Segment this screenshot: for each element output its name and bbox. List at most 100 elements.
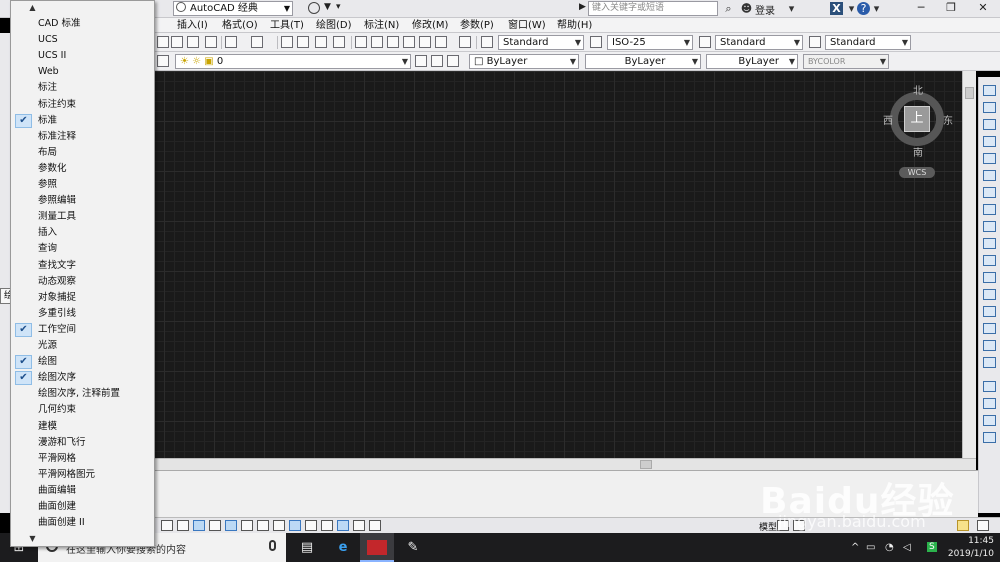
viewcube-face-top[interactable]: 上	[904, 106, 930, 132]
polar-icon[interactable]	[225, 520, 237, 531]
join-icon[interactable]	[983, 289, 996, 300]
context-menu-item[interactable]: ✔ 标准	[12, 113, 153, 129]
scroll-down-icon[interactable]: ▼	[11, 533, 154, 545]
context-menu-item[interactable]: 参照编辑	[12, 193, 153, 209]
minimize-icon[interactable]: ─	[906, 0, 936, 18]
chamfer-icon[interactable]	[983, 306, 996, 317]
context-menu-item[interactable]: 建模	[12, 419, 153, 435]
context-menu-item[interactable]: 曲面创建	[12, 499, 153, 515]
context-menu-item[interactable]: 曲面编辑	[12, 483, 153, 499]
infer-constraints-icon[interactable]	[161, 520, 173, 531]
more-icon[interactable]: ▾	[336, 2, 341, 12]
break-icon[interactable]	[983, 272, 996, 283]
context-menu-item[interactable]: 平滑网格图元	[12, 467, 153, 483]
exchange-icon[interactable]: X	[830, 2, 843, 15]
chevron-down-icon[interactable]: ▾	[870, 2, 883, 15]
compass-south[interactable]: 南	[913, 144, 923, 159]
menu-insert[interactable]: 插入(I)	[177, 18, 208, 33]
context-menu-item[interactable]: 测量工具	[12, 209, 153, 225]
linetype-select[interactable]: ByLayer ▼	[585, 54, 701, 69]
rotate-icon[interactable]	[983, 187, 996, 198]
context-menu-item[interactable]: 动态观察	[12, 274, 153, 290]
context-menu-item[interactable]: 参照	[12, 177, 153, 193]
menu-format[interactable]: 格式(O)	[222, 18, 258, 33]
context-menu-item[interactable]: ✔ 工作空间	[12, 322, 153, 338]
vertical-scrollbar[interactable]	[962, 71, 976, 458]
ducs-icon[interactable]	[289, 520, 301, 531]
help-icon[interactable]	[459, 36, 471, 48]
context-menu-item[interactable]: 标注约束	[12, 97, 153, 113]
otrack-icon[interactable]	[273, 520, 285, 531]
dim-style-icon[interactable]	[590, 36, 602, 48]
context-menu-item[interactable]: 插入	[12, 225, 153, 241]
snap-icon[interactable]	[177, 520, 189, 531]
context-menu-item[interactable]: 多重引线	[12, 306, 153, 322]
paint-app-icon[interactable]: ✎	[396, 533, 430, 562]
redo-icon[interactable]	[251, 36, 263, 48]
3d-osnap-icon[interactable]	[257, 520, 269, 531]
context-menu-item[interactable]: UCS	[12, 32, 153, 48]
volume-icon[interactable]: ◁	[903, 542, 911, 553]
context-menu-item[interactable]: CAD 标准	[12, 16, 153, 32]
draworder-above-icon[interactable]	[983, 415, 996, 426]
context-menu-item[interactable]: 查询	[12, 241, 153, 257]
explode-icon[interactable]	[983, 357, 996, 368]
copy-object-icon[interactable]	[983, 102, 996, 113]
mirror-icon[interactable]	[983, 119, 996, 130]
battery-icon[interactable]: ▭	[866, 542, 875, 553]
task-view-icon[interactable]: ▤	[290, 533, 324, 562]
user-icon[interactable]: ☻	[740, 2, 753, 15]
context-menu-item[interactable]: 对象捕捉	[12, 290, 153, 306]
array-icon[interactable]	[983, 153, 996, 164]
context-menu-item[interactable]: 标准注释	[12, 129, 153, 145]
search-input[interactable]: 键入关键字或短语	[588, 1, 718, 16]
compass-east[interactable]: 东	[943, 112, 953, 127]
quick-properties-icon[interactable]	[353, 520, 365, 531]
close-icon[interactable]: ✕	[968, 0, 998, 18]
menu-dimension[interactable]: 标注(N)	[364, 18, 399, 33]
paste-icon[interactable]	[171, 36, 183, 48]
input-method-icon[interactable]: S	[927, 542, 937, 552]
zoom-window-icon[interactable]	[315, 36, 327, 48]
context-menu-item[interactable]: 查找文字	[12, 258, 153, 274]
edge-browser-icon[interactable]: e	[326, 533, 360, 562]
zoom-previous-icon[interactable]	[333, 36, 345, 48]
dyn-icon[interactable]	[305, 520, 317, 531]
ucs-menu[interactable]: WCS	[899, 167, 935, 178]
context-menu-item[interactable]: UCS II	[12, 48, 153, 64]
help-icon[interactable]: ?	[857, 2, 870, 15]
dim-style-select[interactable]: ISO-25 ▼	[607, 35, 693, 50]
blend-icon[interactable]	[983, 340, 996, 351]
scroll-up-icon[interactable]: ▲	[11, 2, 154, 14]
menu-window[interactable]: 窗口(W)	[508, 18, 546, 33]
context-menu-item[interactable]: ✔ 绘图	[12, 354, 153, 370]
chevron-down-icon[interactable]: ▾	[785, 2, 798, 15]
layer-state-icon[interactable]	[447, 55, 459, 67]
color-select[interactable]: □ ByLayer ▼	[469, 54, 579, 69]
microphone-icon[interactable]	[269, 540, 276, 551]
context-menu-item[interactable]: 光源	[12, 338, 153, 354]
layer-properties-icon[interactable]	[157, 55, 169, 67]
layer-select[interactable]: ☀ ☼ ▣ 0 ▼	[175, 54, 411, 69]
wifi-icon[interactable]: ◔	[885, 542, 894, 553]
text-style-select[interactable]: Standard ▼	[498, 35, 584, 50]
context-menu-item[interactable]: 几何约束	[12, 402, 153, 418]
context-menu-item[interactable]: 曲面创建 II	[12, 515, 153, 531]
compass-north[interactable]: 北	[913, 82, 923, 97]
table-style-icon[interactable]	[699, 36, 711, 48]
sheet-set-icon[interactable]	[403, 36, 415, 48]
selection-cycling-icon[interactable]	[369, 520, 381, 531]
match-properties-icon[interactable]	[187, 36, 199, 48]
draworder-under-icon[interactable]	[983, 432, 996, 443]
menu-tools[interactable]: 工具(T)	[270, 18, 304, 33]
text-style-icon[interactable]	[481, 36, 493, 48]
context-menu-item[interactable]: Web	[12, 64, 153, 80]
stretch-icon[interactable]	[983, 221, 996, 232]
menu-help[interactable]: 帮助(H)	[557, 18, 592, 33]
taskbar-time[interactable]: 11:45	[948, 536, 994, 546]
undo-icon[interactable]	[225, 36, 237, 48]
taskbar-date[interactable]: 2019/1/10	[940, 549, 994, 559]
osnap-icon[interactable]	[241, 520, 253, 531]
draworder-front-icon[interactable]	[983, 381, 996, 392]
scroll-thumb[interactable]	[640, 460, 652, 469]
